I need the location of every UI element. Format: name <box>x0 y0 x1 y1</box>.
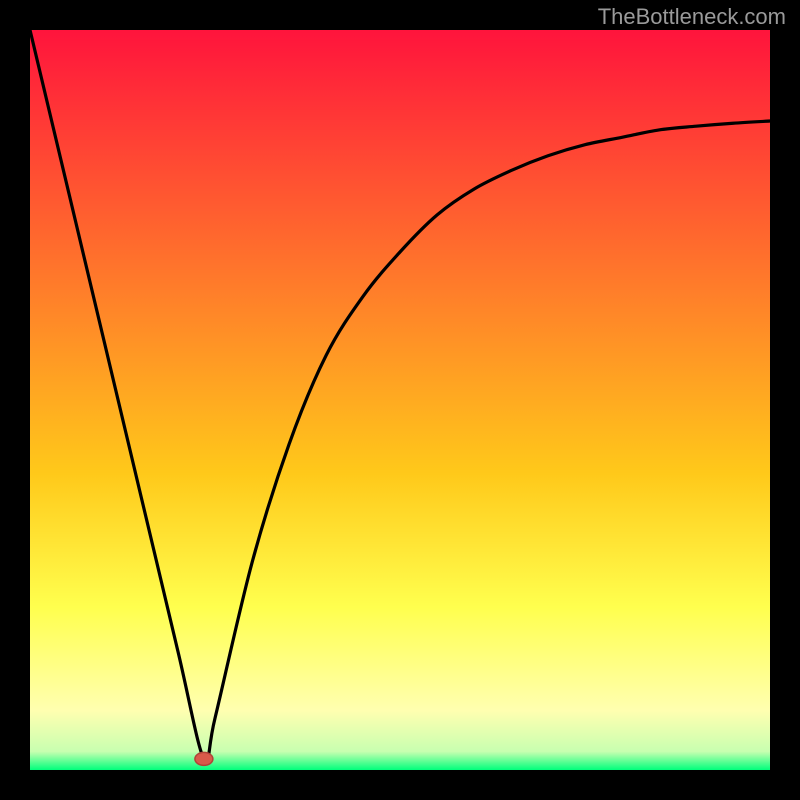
minimum-marker <box>195 752 213 765</box>
bottleneck-chart <box>30 30 770 770</box>
plot-area <box>30 30 770 770</box>
chart-frame: TheBottleneck.com <box>0 0 800 800</box>
gradient-background <box>30 30 770 770</box>
watermark-text: TheBottleneck.com <box>598 4 786 30</box>
